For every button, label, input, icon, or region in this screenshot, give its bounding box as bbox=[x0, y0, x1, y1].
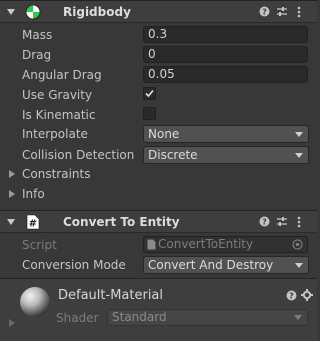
object-picker-icon[interactable] bbox=[292, 239, 303, 250]
use-gravity-label: Use Gravity bbox=[22, 88, 93, 102]
use-gravity-checkbox[interactable] bbox=[143, 87, 156, 100]
angular-drag-input[interactable]: 0.05 bbox=[143, 66, 308, 83]
chevron-down-icon bbox=[295, 263, 303, 268]
rigidbody-header[interactable]: Rigidbody ? bbox=[0, 0, 317, 23]
help-icon[interactable]: ? bbox=[286, 290, 297, 303]
drag-input[interactable]: 0 bbox=[143, 46, 308, 63]
chevron-down-icon bbox=[294, 315, 302, 320]
angular-drag-label: Angular Drag bbox=[22, 68, 102, 82]
collision-detection-dropdown[interactable]: Discrete bbox=[143, 146, 309, 164]
convert-to-entity-title: Convert To Entity bbox=[63, 215, 180, 229]
constraints-fold-icon[interactable] bbox=[9, 170, 15, 178]
interpolate-value: None bbox=[148, 127, 180, 141]
rigidbody-title: Rigidbody bbox=[63, 5, 131, 19]
script-file-icon bbox=[147, 239, 156, 250]
info-foldout[interactable]: Info bbox=[22, 186, 45, 202]
material-name: Default-Material bbox=[58, 288, 164, 303]
chevron-down-icon bbox=[295, 153, 303, 158]
svg-text:?: ? bbox=[262, 218, 267, 227]
svg-text:?: ? bbox=[289, 292, 294, 301]
conversion-mode-label: Conversion Mode bbox=[22, 258, 126, 272]
help-icon[interactable]: ? bbox=[259, 216, 270, 229]
checkmark-icon bbox=[145, 89, 154, 98]
svg-text:?: ? bbox=[262, 8, 267, 17]
mass-label: Mass bbox=[22, 28, 53, 42]
interpolate-dropdown[interactable]: None bbox=[143, 125, 309, 143]
shader-label: Shader bbox=[56, 311, 99, 325]
script-hash-icon: # bbox=[26, 214, 40, 230]
convert-to-entity-header[interactable]: # Convert To Entity ? bbox=[0, 210, 317, 233]
gear-icon[interactable] bbox=[301, 289, 313, 303]
drag-label: Drag bbox=[22, 48, 52, 62]
svg-text:#: # bbox=[29, 219, 37, 230]
script-object-field: ConvertToEntity bbox=[143, 236, 308, 253]
constraints-foldout[interactable]: Constraints bbox=[22, 166, 90, 182]
script-value: ConvertToEntity bbox=[158, 237, 254, 251]
shader-dropdown: Standard bbox=[107, 309, 308, 326]
fold-arrow-icon[interactable] bbox=[7, 219, 15, 225]
fold-arrow-icon[interactable] bbox=[7, 9, 15, 15]
is-kinematic-label: Is Kinematic bbox=[22, 108, 96, 122]
script-label: Script bbox=[22, 238, 57, 252]
mass-input[interactable]: 0.3 bbox=[143, 26, 308, 43]
conversion-mode-value: Convert And Destroy bbox=[148, 258, 274, 272]
kebab-menu-icon[interactable] bbox=[297, 6, 301, 20]
help-icon[interactable]: ? bbox=[259, 6, 270, 19]
collision-detection-value: Discrete bbox=[148, 148, 198, 162]
preset-sliders-icon[interactable] bbox=[276, 216, 288, 229]
preset-sliders-icon[interactable] bbox=[276, 6, 288, 19]
shader-value: Standard bbox=[112, 310, 167, 324]
chevron-down-icon bbox=[295, 132, 303, 137]
collision-detection-label: Collision Detection bbox=[22, 148, 135, 162]
rigidbody-icon bbox=[25, 4, 41, 20]
material-section: Default-Material ? Shader Standard bbox=[0, 279, 317, 341]
kebab-menu-icon[interactable] bbox=[297, 216, 301, 230]
is-kinematic-checkbox[interactable] bbox=[143, 107, 156, 120]
material-sphere-icon bbox=[20, 287, 50, 317]
info-fold-icon[interactable] bbox=[9, 190, 15, 198]
interpolate-label: Interpolate bbox=[22, 127, 88, 141]
conversion-mode-dropdown[interactable]: Convert And Destroy bbox=[143, 256, 309, 274]
material-fold-icon[interactable] bbox=[9, 319, 15, 327]
